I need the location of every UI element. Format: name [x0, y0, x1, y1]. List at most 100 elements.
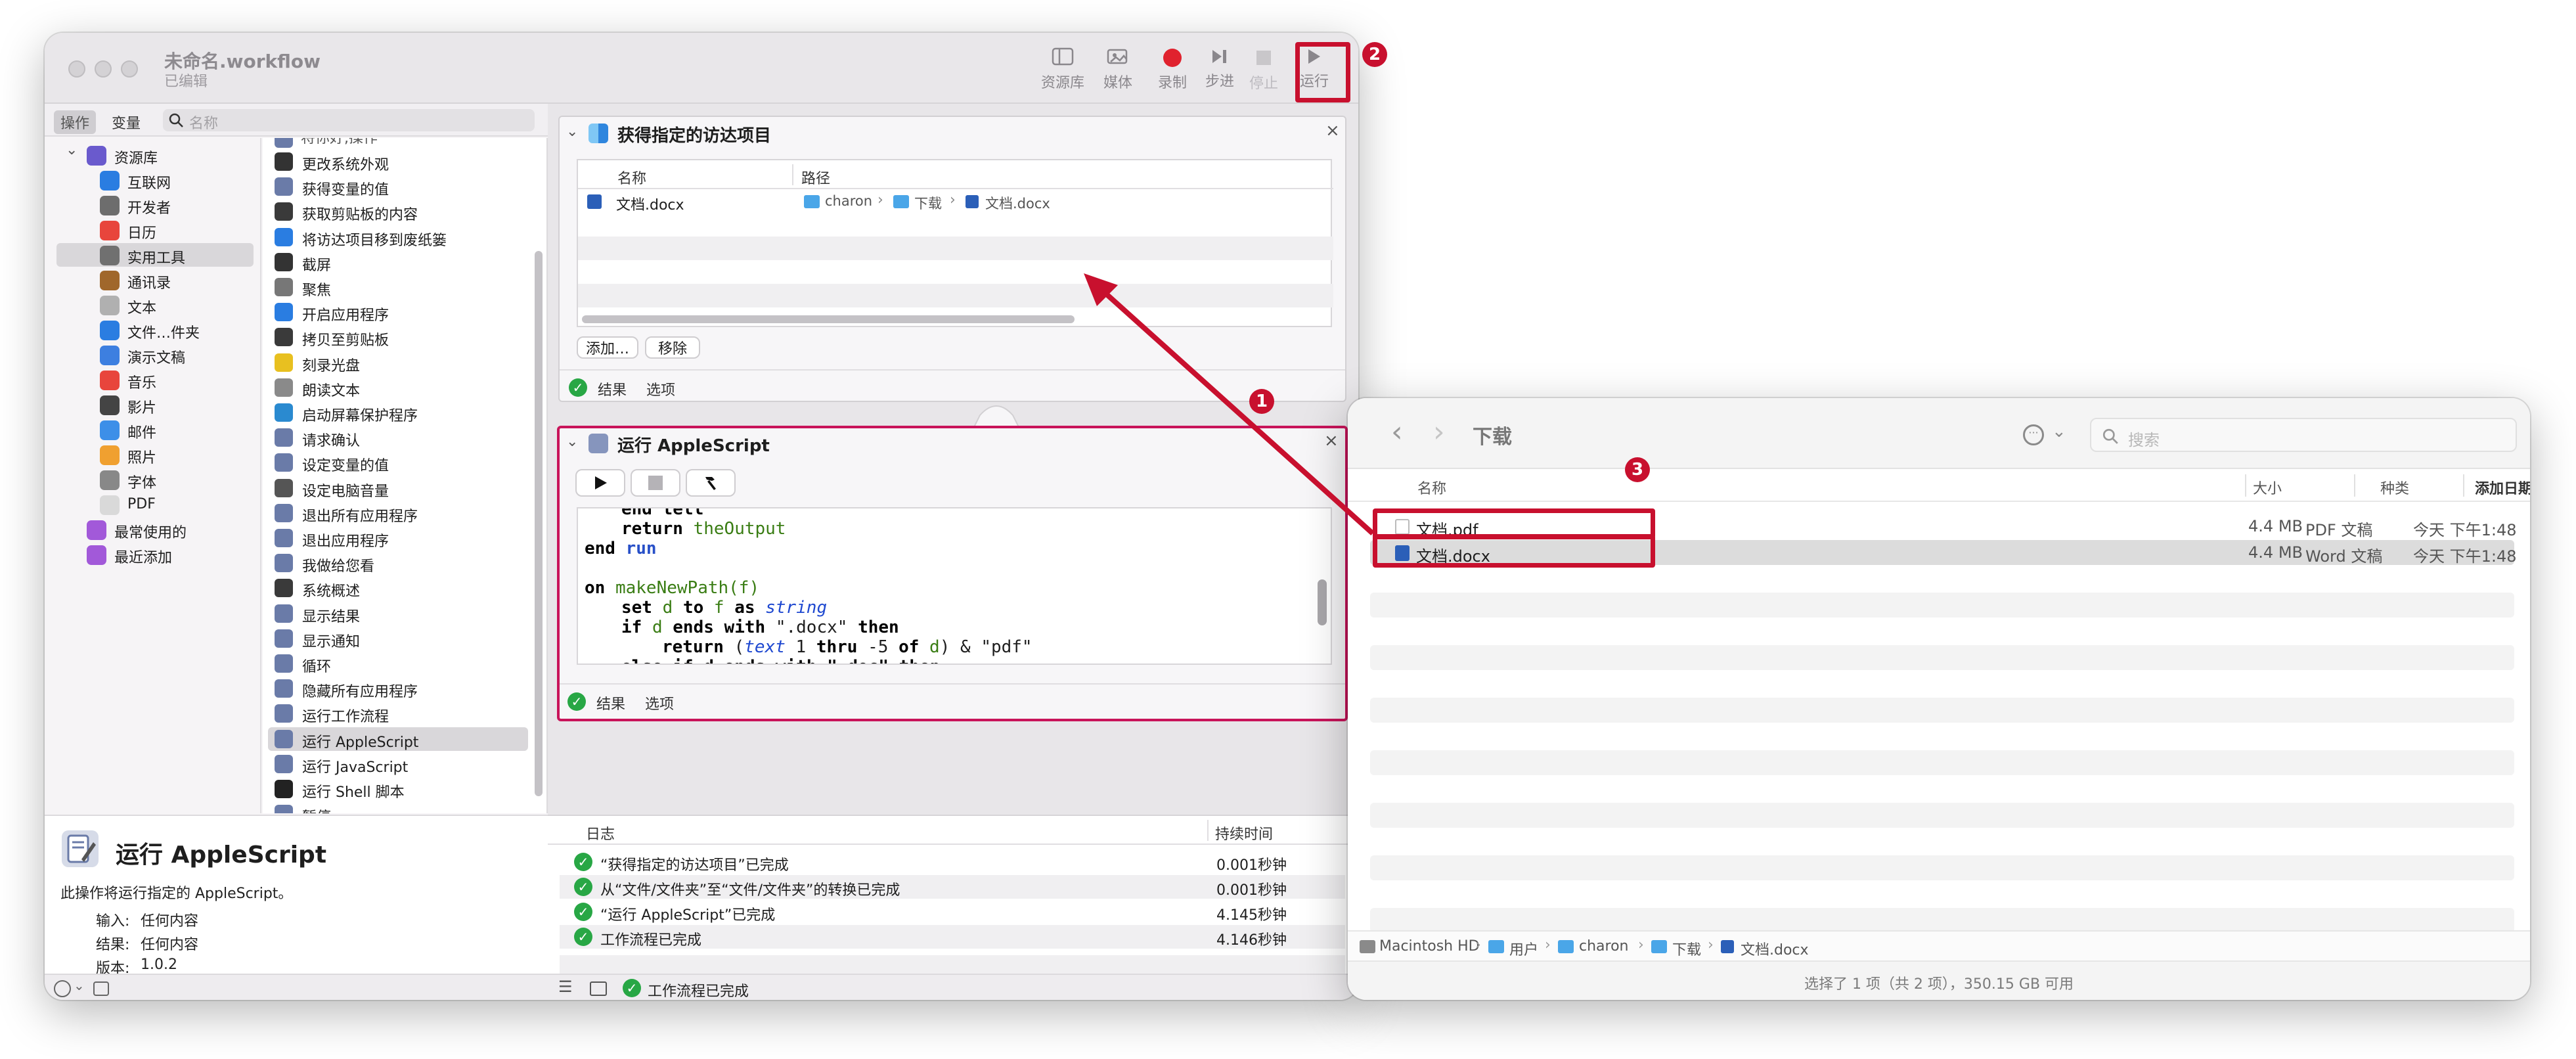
library-item[interactable]: 照片 [56, 443, 254, 466]
description-toggle-icon[interactable] [93, 981, 109, 996]
list-view-icon[interactable]: ☰ [558, 978, 573, 996]
library-item[interactable]: 文本 [56, 293, 254, 317]
add-button[interactable]: 添加… [577, 336, 638, 359]
library-item[interactable]: 音乐 [56, 368, 254, 392]
col-size[interactable]: 大小 [2253, 477, 2282, 498]
library-item[interactable]: 日历 [56, 218, 254, 242]
action-menu-icon[interactable] [54, 980, 71, 997]
library-search-field[interactable]: 名称 [163, 109, 535, 132]
remove-button[interactable]: 移除 [645, 336, 700, 359]
block2-results-toggle[interactable]: 结果 [596, 692, 625, 713]
toolbar-stop-button[interactable]: 停止 [1245, 47, 1282, 100]
action-item[interactable]: 退出所有应用程序 [268, 501, 528, 525]
action-item[interactable]: 更改系统外观 [268, 150, 528, 173]
action-item[interactable]: 循环 [268, 652, 528, 675]
forward-button[interactable]: › [1433, 415, 1445, 449]
toolbar-media-button[interactable]: 媒体 [1092, 47, 1144, 100]
library-item[interactable]: 文件…件夹 [56, 318, 254, 342]
actions-scrollbar[interactable] [535, 251, 543, 796]
log-row[interactable]: ✓ 工作流程已完成 4.146秒钟 [560, 925, 1345, 949]
action-item[interactable]: 获得变量的值 [268, 175, 528, 198]
path-segment[interactable]: 下载 [1672, 938, 1701, 959]
script-run-button[interactable] [575, 469, 625, 497]
library-item[interactable]: 互联网 [56, 168, 254, 192]
library-item[interactable]: 最近添加 [56, 543, 254, 566]
chevron-down-icon[interactable]: ⌄ [566, 434, 578, 450]
script-stop-button[interactable] [631, 469, 680, 497]
minimize-window-button[interactable] [95, 60, 112, 78]
path-segment[interactable]: charon [1579, 938, 1629, 955]
action-item[interactable]: 请求确认 [268, 426, 528, 449]
action-item[interactable]: 开启应用程序 [268, 300, 528, 324]
toolbar-step-button[interactable]: 步进 [1198, 47, 1241, 100]
split-view-icon[interactable] [590, 981, 607, 996]
zoom-window-button[interactable] [121, 60, 138, 78]
more-actions-button[interactable]: ··· ⌄ [2023, 422, 2076, 447]
library-item[interactable]: PDF [56, 493, 254, 516]
log-row[interactable]: ✓ “运行 AppleScript”已完成 4.145秒钟 [560, 900, 1345, 924]
action-item[interactable]: 运行工作流程 [268, 702, 528, 725]
block2-options-toggle[interactable]: 选项 [645, 692, 674, 713]
script-compile-button[interactable] [686, 469, 736, 497]
action-item[interactable]: 我做给您看 [268, 551, 528, 575]
library-item[interactable]: 开发者 [56, 193, 254, 217]
col-date-added[interactable]: 添加日期 [2475, 477, 2530, 498]
block1-options-toggle[interactable]: 选项 [646, 378, 675, 399]
file-size: 4.4 MB [2248, 517, 2303, 535]
block1-results-toggle[interactable]: 结果 [598, 378, 627, 399]
action-item[interactable]: 退出应用程序 [268, 526, 528, 550]
action-item[interactable]: 朗读文本 [268, 376, 528, 399]
tab-variables[interactable]: 变量 [112, 112, 141, 133]
back-button[interactable]: ‹ [1391, 415, 1403, 449]
tab-actions[interactable]: 操作 [54, 110, 97, 134]
action-item[interactable]: 截屏 [268, 250, 528, 274]
chevron-down-icon[interactable]: ⌄ [566, 124, 578, 140]
path-segment[interactable]: 用户 [1509, 938, 1538, 959]
library-item[interactable]: 邮件 [56, 418, 254, 441]
library-item[interactable]: 通讯录 [56, 268, 254, 292]
action-item[interactable]: 运行 Shell 脚本 [268, 777, 528, 801]
library-item[interactable]: ⌄ 资源库 [56, 142, 254, 167]
library-item[interactable]: 影片 [56, 393, 254, 417]
action-item[interactable]: 系统概述 [268, 576, 528, 600]
col-duration-header[interactable]: 持续时间 [1215, 822, 1273, 844]
action-item[interactable]: 暂停 [268, 802, 528, 813]
table-row[interactable]: 文档.docx charon › 下载 › 文档.docx [578, 189, 1333, 214]
action-item[interactable]: 显示通知 [268, 627, 528, 650]
col-log-header[interactable]: 日志 [586, 822, 615, 844]
col-kind[interactable]: 种类 [2380, 477, 2409, 498]
path-segment[interactable]: Macintosh HD [1379, 938, 1480, 955]
action-item[interactable]: 将访达项目移到废纸篓 [268, 225, 528, 249]
action-item[interactable]: 设定变量的值 [268, 451, 528, 474]
toolbar-library-button[interactable]: 资源库 [1036, 47, 1089, 100]
action-item[interactable]: 设定电脑音量 [268, 476, 528, 500]
action-item-partial[interactable]: 将你好,操作 [275, 138, 378, 148]
script-scrollbar[interactable] [1318, 579, 1327, 625]
table-horizontal-scrollbar[interactable] [582, 315, 1075, 323]
log-row[interactable]: ✓ “获得指定的访达项目”已完成 0.001秒钟 [560, 850, 1345, 874]
action-item[interactable]: 启动屏幕保护程序 [268, 401, 528, 424]
finder-search-field[interactable]: 搜索 [2090, 418, 2517, 452]
library-item[interactable]: 最常使用的 [56, 518, 254, 541]
col-name[interactable]: 名称 [1417, 477, 1446, 498]
close-icon[interactable]: × [1325, 121, 1340, 141]
toolbar-record-button[interactable]: 录制 [1151, 47, 1194, 100]
action-item[interactable]: 隐藏所有应用程序 [268, 677, 528, 700]
action-item[interactable]: 聚焦 [268, 275, 528, 299]
library-item[interactable]: 实用工具 [56, 243, 254, 267]
action-item[interactable]: 显示结果 [268, 602, 528, 625]
path-segment[interactable]: 文档.docx [1741, 938, 1809, 959]
code-token: then [858, 618, 899, 637]
library-item[interactable]: 演示文稿 [56, 343, 254, 367]
action-item[interactable]: 运行 AppleScript [268, 727, 528, 751]
action-item[interactable]: 运行 JavaScript [268, 752, 528, 776]
col-path-header[interactable]: 路径 [801, 167, 830, 188]
col-name-header[interactable]: 名称 [617, 167, 646, 188]
action-item[interactable]: 获取剪贴板的内容 [268, 200, 528, 223]
action-item[interactable]: 拷贝至剪贴板 [268, 325, 528, 349]
library-item[interactable]: 字体 [56, 468, 254, 491]
close-window-button[interactable] [68, 60, 85, 78]
log-row[interactable]: ✓ 从“文件/文件夹”至“文件/文件夹”的转换已完成 0.001秒钟 [560, 875, 1345, 899]
action-item[interactable]: 刻录光盘 [268, 351, 528, 374]
chevron-down-icon[interactable]: ⌄ [66, 142, 78, 158]
